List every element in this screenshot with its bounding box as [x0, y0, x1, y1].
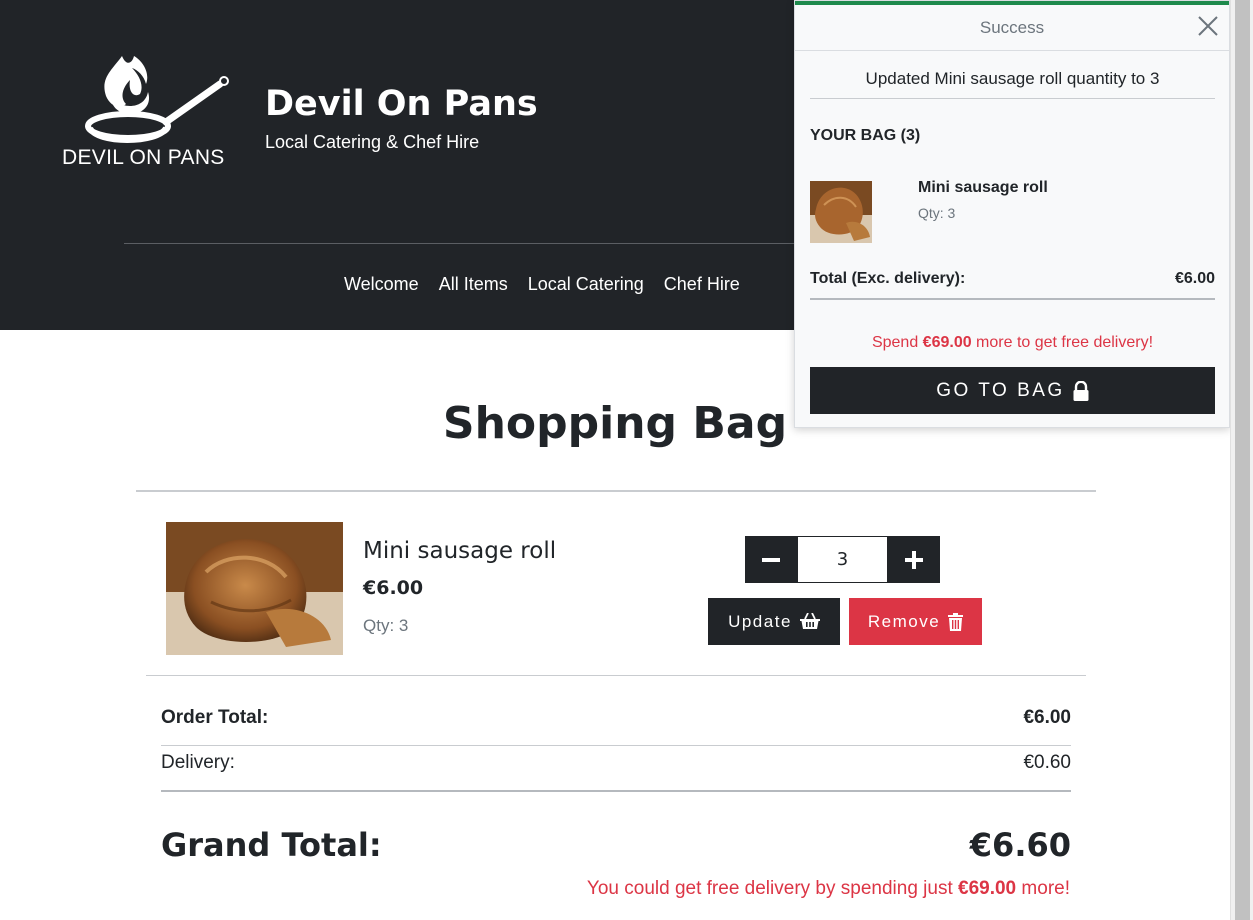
lock-icon	[1073, 380, 1089, 401]
remove-button-label: Remove	[867, 611, 941, 631]
toast-message: Updated Mini sausage roll quantity to 3	[865, 69, 1160, 88]
brand-title[interactable]: Devil On Pans	[265, 84, 538, 124]
logo-text: DEVIL ON PANS	[62, 146, 225, 169]
free-delivery-note: You could get free delivery by spending …	[587, 878, 1070, 900]
product-qty: Qty: 3	[363, 616, 409, 635]
quantity-stepper	[745, 536, 940, 583]
toast-item-qty: Qty: 3	[918, 205, 956, 221]
decrement-button[interactable]	[745, 536, 797, 583]
order-total-value: €6.00	[1023, 707, 1071, 728]
title-divider	[136, 490, 1096, 492]
page-scrollbar[interactable]	[1230, 0, 1253, 920]
go-to-bag-button[interactable]: GO TO BAG	[810, 367, 1215, 414]
basket-icon	[799, 613, 820, 629]
nav-link-local-catering[interactable]: Local Catering	[528, 274, 644, 295]
summary-divider	[161, 745, 1071, 746]
delivery-label: Delivery:	[161, 752, 235, 773]
toast-spend-suffix: more to get free delivery!	[971, 334, 1154, 351]
toast-spend-prefix: Spend	[871, 334, 923, 351]
go-to-bag-label: GO TO BAG	[936, 379, 1065, 401]
toast-total-row: Total (Exc. delivery): €6.00	[810, 270, 1215, 288]
minus-icon	[762, 557, 780, 562]
brand-subtitle: Local Catering & Chef Hire	[265, 132, 480, 152]
scrollbar-thumb[interactable]	[1235, 0, 1250, 920]
toast-bag-heading: YOUR BAG (3)	[810, 127, 921, 144]
nav-link-welcome[interactable]: Welcome	[344, 274, 419, 295]
grand-total-row: Grand Total: €6.60	[161, 826, 1071, 864]
toast-header: Success	[795, 5, 1229, 51]
trash-icon	[948, 612, 964, 631]
increment-button[interactable]	[888, 536, 940, 583]
toast-product-image	[810, 181, 872, 243]
update-button[interactable]: Update	[708, 598, 840, 645]
toast-title: Success	[979, 18, 1045, 37]
grand-total-label: Grand Total:	[161, 826, 382, 864]
order-total-label: Order Total:	[161, 707, 269, 728]
free-note-suffix: more!	[1016, 878, 1070, 899]
toast-divider-thick	[810, 298, 1215, 300]
delivery-row: Delivery: €0.60	[161, 752, 1071, 774]
order-total-row: Order Total: €6.00	[161, 707, 1071, 729]
delivery-value: €0.60	[1023, 752, 1071, 773]
plus-icon	[905, 550, 923, 569]
free-note-amount: €69.00	[958, 878, 1017, 899]
toast-divider	[810, 98, 1215, 99]
summary-divider-thick	[161, 790, 1071, 792]
item-divider	[146, 675, 1086, 676]
nav-link-all-items[interactable]: All Items	[439, 274, 508, 295]
product-price: €6.00	[363, 577, 424, 599]
close-icon[interactable]	[1197, 15, 1219, 37]
toast-total-value: €6.00	[1174, 270, 1215, 287]
success-toast: Success Updated Mini sausage roll quanti…	[794, 0, 1230, 428]
toast-total-label: Total (Exc. delivery):	[810, 270, 966, 287]
toast-spend-note: Spend €69.00 more to get free delivery!	[810, 334, 1215, 352]
product-image	[166, 522, 343, 655]
nav-link-chef-hire[interactable]: Chef Hire	[664, 274, 740, 295]
free-note-prefix: You could get free delivery by spending …	[586, 878, 959, 899]
header-divider	[124, 243, 824, 244]
product-name: Mini sausage roll	[363, 538, 557, 564]
quantity-input[interactable]	[797, 536, 888, 583]
grand-total-value: €6.60	[969, 826, 1071, 864]
toast-item-name: Mini sausage roll	[918, 179, 1048, 196]
toast-spend-amount: €69.00	[922, 334, 972, 351]
update-button-label: Update	[728, 611, 792, 631]
main-nav: Welcome All Items Local Catering Chef Hi…	[344, 274, 740, 295]
remove-button[interactable]: Remove	[849, 598, 982, 645]
